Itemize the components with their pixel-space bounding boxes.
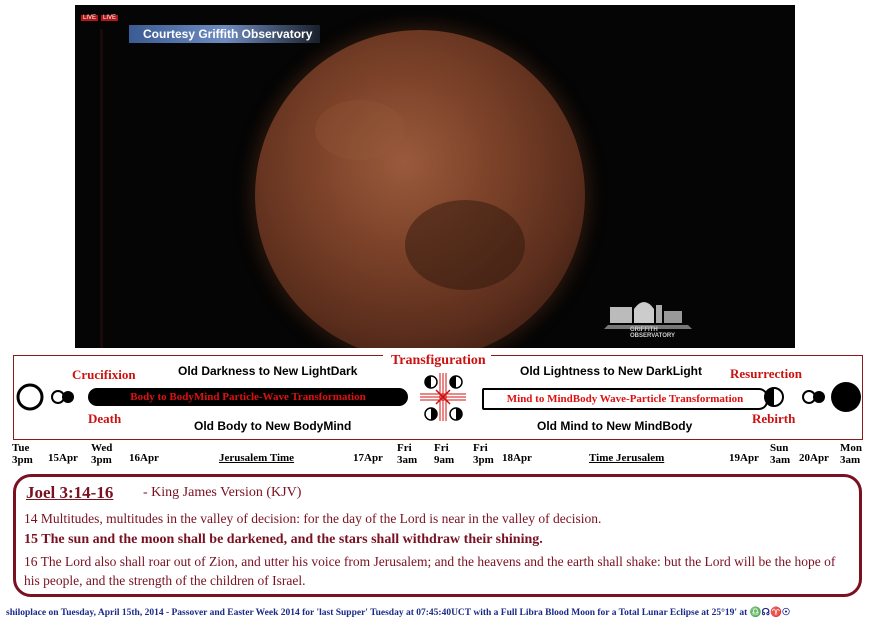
time-fri-9am: Fri 9am (434, 442, 455, 466)
time-tue: Tue 3pm (12, 442, 33, 466)
scripture-reference-link[interactable]: Joel 3:14-16 (26, 483, 113, 503)
live-badges: LIVE LIVE (81, 15, 121, 21)
date-18apr: 18Apr (502, 452, 532, 464)
eclipse-video-frame: LIVE LIVE Courtesy Griffith Observatory G… (75, 5, 795, 348)
live-badge: LIVE (81, 15, 99, 21)
date-20apr: 20Apr (799, 452, 829, 464)
time-jerusalem-link[interactable]: Time Jerusalem (589, 452, 664, 464)
old-lightness-label: Old Lightness to New DarkLight (520, 364, 703, 378)
date-19apr: 19Apr (729, 452, 759, 464)
time-fri-3am: Fri 3am (397, 442, 418, 466)
jerusalem-time-link[interactable]: Jerusalem Time (219, 452, 294, 464)
date-15apr: 15Apr (48, 452, 78, 464)
death-label: Death (88, 411, 122, 426)
moon-phases-left-icon (16, 383, 74, 411)
date-17apr: 17Apr (353, 452, 383, 464)
time-sun: Sun 3am (770, 442, 791, 466)
moon-phases-right-icon (764, 382, 861, 412)
verse-15: 15 The sun and the moon shall be darkene… (24, 532, 543, 547)
old-mind-label: Old Mind to New MindBody (537, 419, 693, 433)
time-mon: Mon 3am (840, 442, 862, 466)
blood-moon-image (255, 30, 585, 348)
crucifixion-label: Crucifixion (72, 367, 136, 382)
transfiguration-label: Transfiguration (391, 353, 486, 368)
moon-highlight (315, 100, 405, 160)
scripture-version: - King James Version (KJV) (143, 485, 302, 500)
resurrection-label: Resurrection (730, 366, 802, 381)
transfiguration-cross-icon (420, 373, 466, 421)
mind-transformation-text: Mind to MindBody Wave-Particle Transform… (506, 393, 744, 405)
griffith-observatory-watermark: GRIFFITH OBSERVATORY (600, 285, 700, 339)
moon-shadow (405, 200, 525, 290)
frame-edge (100, 29, 103, 348)
verse-14: 14 Multitudes, multitudes in the valley … (24, 511, 602, 526)
body-transformation-bar: Body to BodyMind Particle-Wave Transform… (88, 388, 408, 406)
courtesy-caption: Courtesy Griffith Observatory (129, 25, 321, 43)
footer-caption: shiloplace on Tuesday, April 15th, 2014 … (6, 608, 791, 618)
time-fri-3pm: Fri 3pm (473, 442, 494, 466)
date-16apr: 16Apr (129, 452, 159, 464)
old-darkness-label: Old Darkness to New LightDark (178, 364, 358, 378)
time-wed: Wed 3pm (91, 442, 113, 466)
watermark-text: GRIFFITH OBSERVATORY (630, 327, 676, 339)
mind-transformation-bar: Mind to MindBody Wave-Particle Transform… (482, 388, 768, 410)
rebirth-label: Rebirth (752, 411, 796, 426)
body-transformation-text: Body to BodyMind Particle-Wave Transform… (130, 391, 366, 403)
old-body-label: Old Body to New BodyMind (194, 419, 352, 433)
verse-16: 16 The Lord also shall roar out of Zion,… (24, 554, 836, 588)
live-badge: LIVE (101, 15, 119, 21)
